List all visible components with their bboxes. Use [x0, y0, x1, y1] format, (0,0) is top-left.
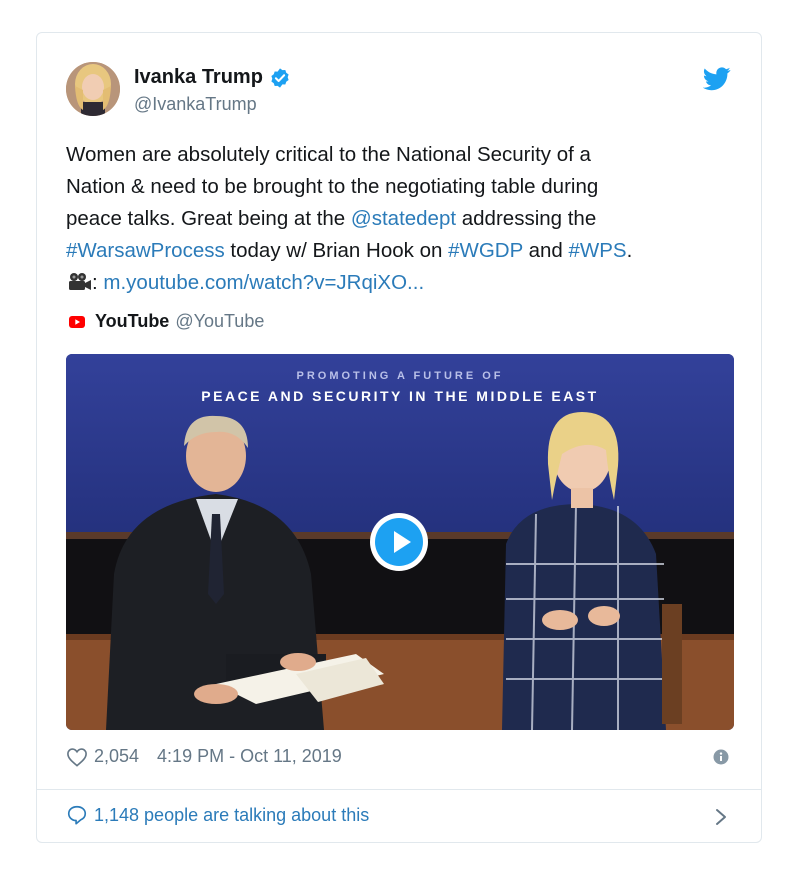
tweet-line-1: Women are absolutely critical to the Nat…: [66, 143, 591, 166]
info-icon[interactable]: [713, 749, 729, 765]
author-avatar[interactable]: [66, 62, 120, 116]
tweet-timestamp[interactable]: 4:19 PM - Oct 11, 2019: [157, 746, 342, 767]
tweet-text-segment: and: [522, 239, 569, 262]
tweet-text-segment: today w/ Brian Hook on: [224, 239, 449, 262]
video-camera-icon: [69, 273, 91, 290]
footer-divider: [37, 789, 761, 790]
twitter-bird-icon[interactable]: [703, 67, 731, 91]
media-source-row: YouTube @YouTube: [69, 311, 264, 332]
source-handle[interactable]: @YouTube: [175, 311, 264, 332]
tweet-text-segment: :: [92, 271, 104, 294]
tweet-meta-row: 2,054 4:19 PM - Oct 11, 2019: [66, 746, 342, 767]
tweet-text-segment: .: [626, 239, 633, 262]
youtube-logo-icon: [69, 315, 85, 328]
hashtag-warsawprocess[interactable]: #WarsawProcess: [66, 239, 225, 262]
verified-badge-icon: [271, 67, 289, 88]
source-name[interactable]: YouTube: [95, 311, 169, 332]
play-icon: [375, 518, 423, 566]
tweet-line-2: Nation & need to be brought to the negot…: [66, 175, 599, 198]
mention-statedept[interactable]: @statedept: [351, 207, 456, 230]
hashtag-wgdp[interactable]: #WGDP: [448, 239, 523, 262]
author-name-row: Ivanka Trump: [134, 66, 291, 89]
tweet-line-5: : m.youtube.com/watch?v=JRqiXO...: [66, 267, 716, 299]
video-banner-subtitle: PROMOTING A FUTURE OF: [296, 370, 504, 382]
author-handle[interactable]: @IvankaTrump: [134, 94, 257, 115]
comment-bubble-icon: [67, 805, 87, 825]
tweet-text-segment: peace talks. Great being at the: [66, 207, 351, 230]
heart-icon[interactable]: [66, 747, 88, 767]
youtube-link[interactable]: m.youtube.com/watch?v=JRqiXO...: [103, 271, 424, 294]
author-name[interactable]: Ivanka Trump: [134, 66, 263, 89]
like-count[interactable]: 2,054: [94, 746, 139, 767]
play-button[interactable]: [370, 513, 428, 571]
talking-count-label[interactable]: 1,148 people are talking about this: [94, 805, 369, 826]
video-thumbnail[interactable]: PROMOTING A FUTURE OF PEACE AND SECURITY…: [66, 354, 734, 730]
embedded-tweet-card: Ivanka Trump @IvankaTrump Women are abso…: [36, 32, 762, 843]
tweet-text-segment: addressing the: [456, 207, 597, 230]
conversation-link[interactable]: 1,148 people are talking about this: [66, 804, 369, 826]
tweet-line-3: peace talks. Great being at the @statede…: [66, 203, 716, 235]
tweet-line-4: #WarsawProcess today w/ Brian Hook on #W…: [66, 235, 716, 267]
hashtag-wps[interactable]: #WPS: [569, 239, 627, 262]
video-banner-title: PEACE AND SECURITY IN THE MIDDLE EAST: [201, 388, 599, 404]
tweet-text: Women are absolutely critical to the Nat…: [66, 139, 716, 299]
chevron-right-icon[interactable]: [715, 808, 727, 826]
